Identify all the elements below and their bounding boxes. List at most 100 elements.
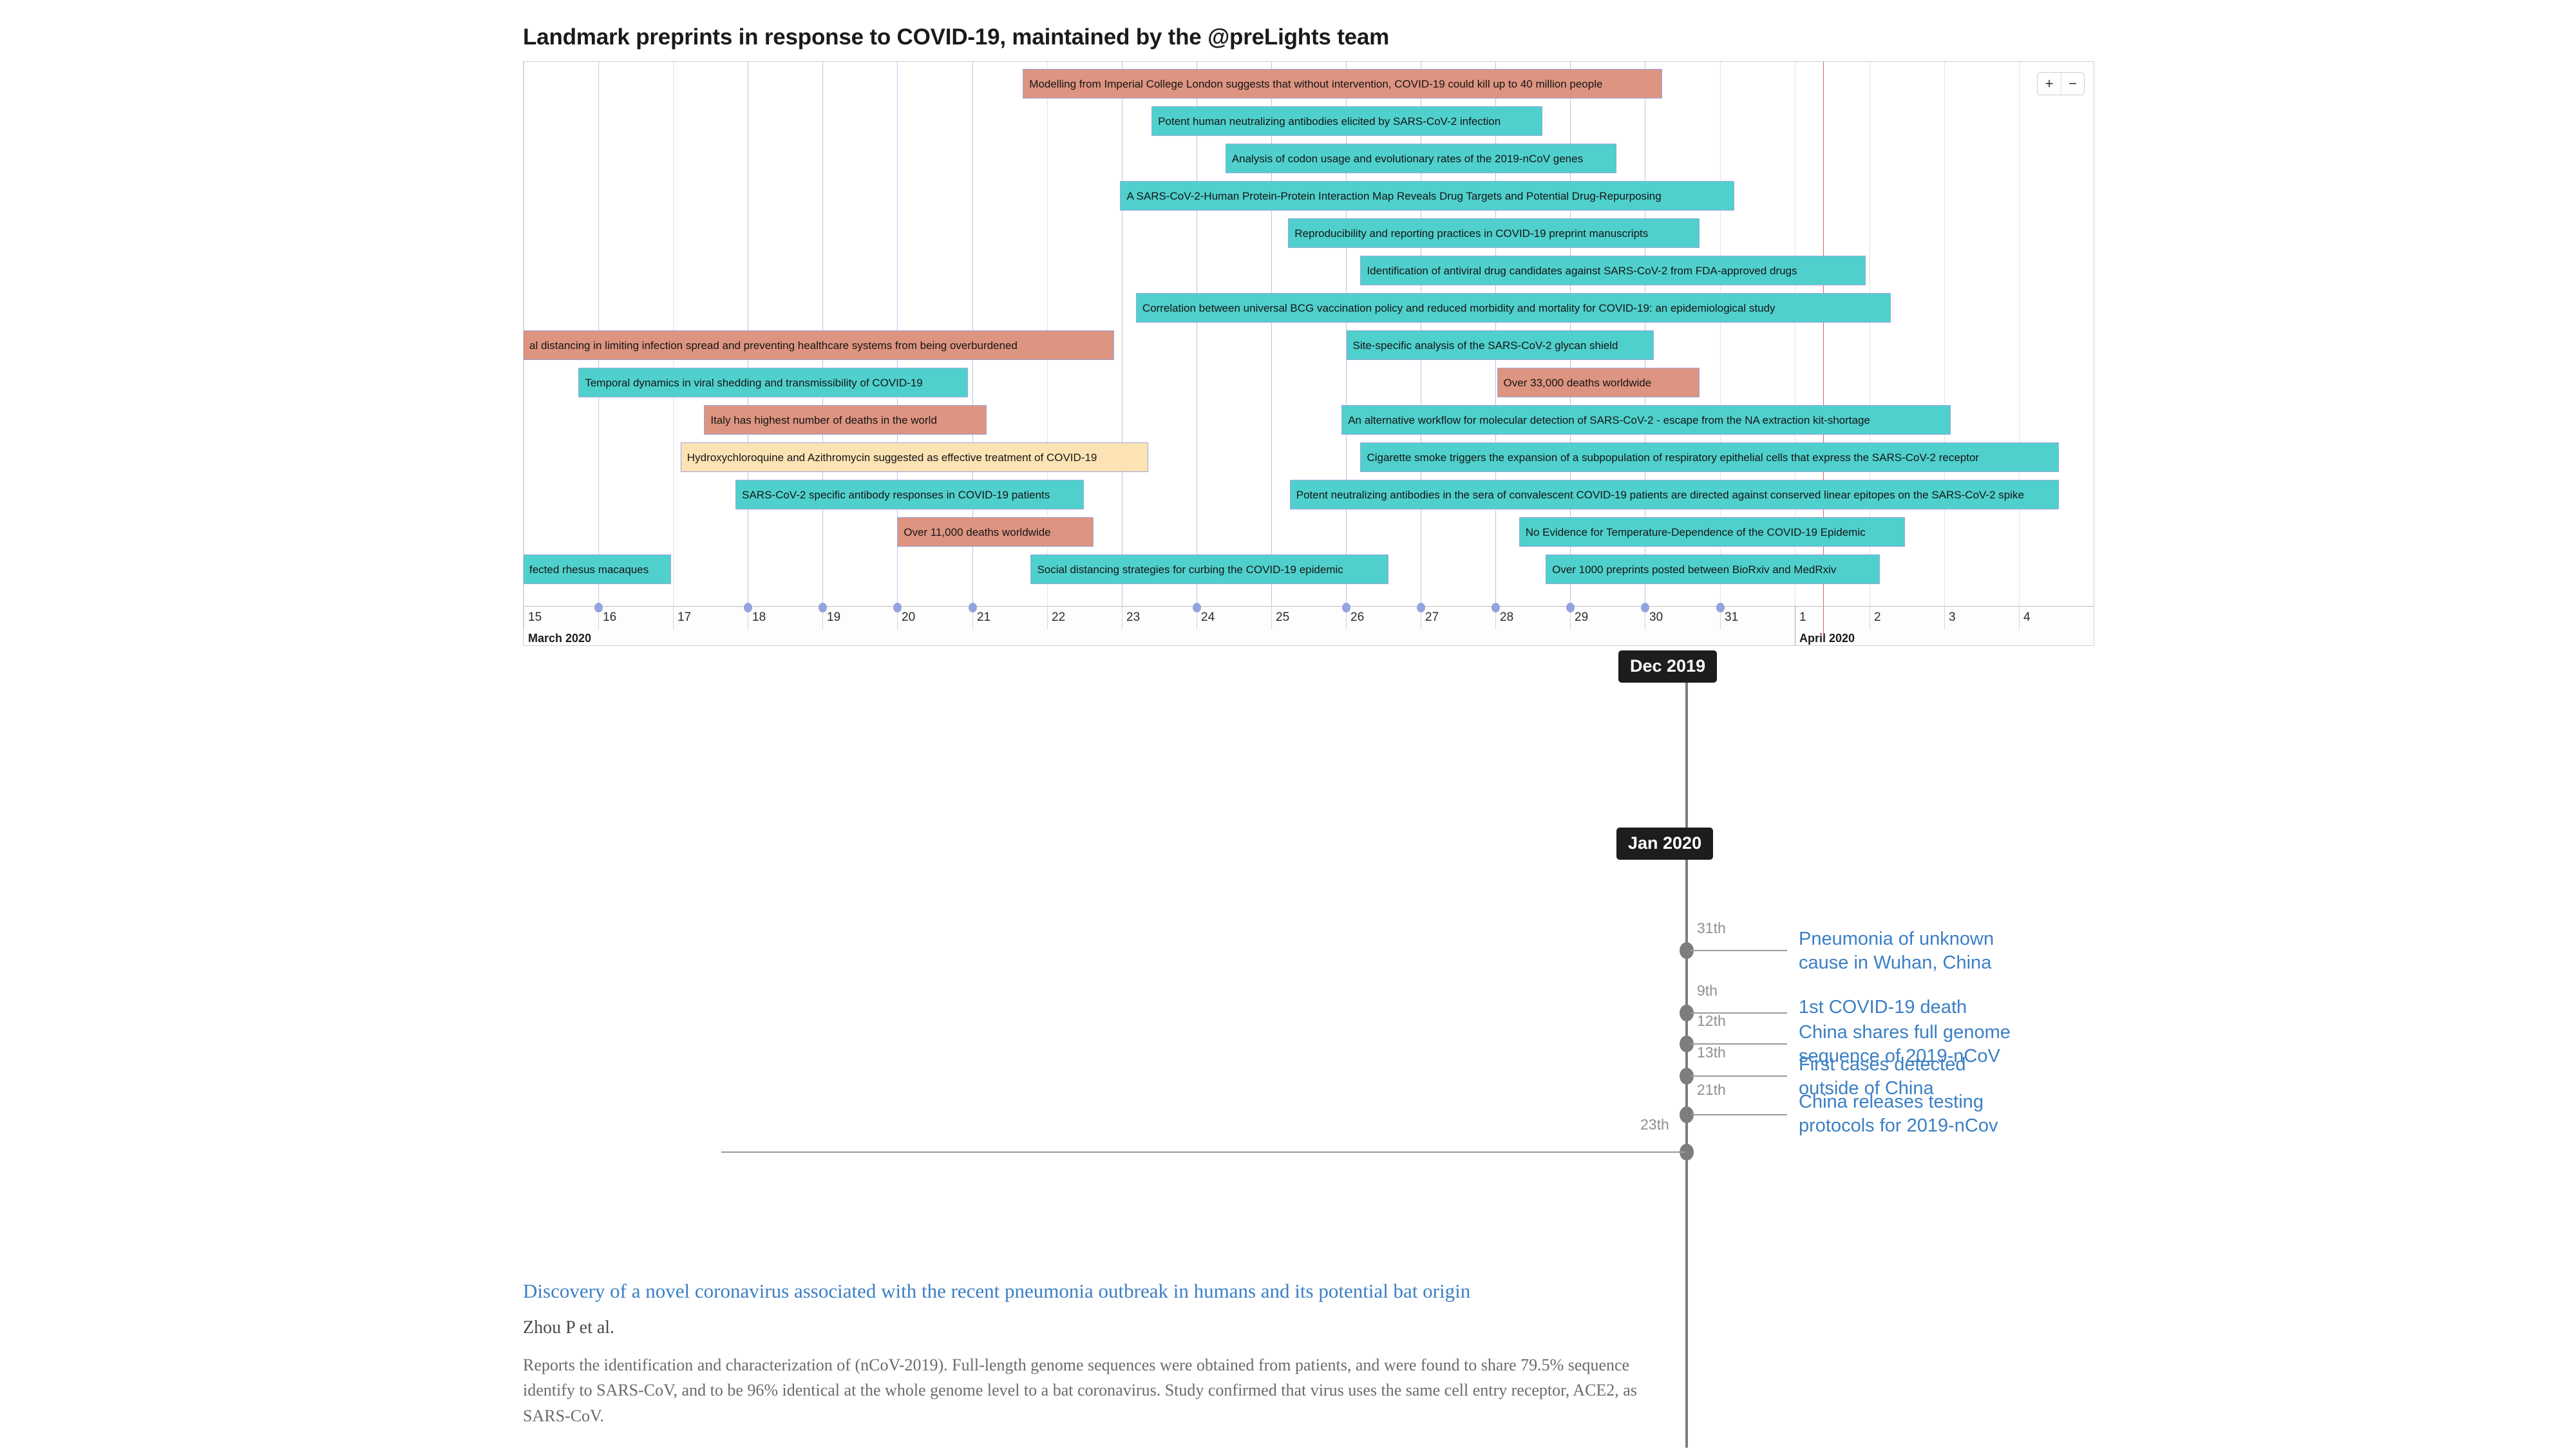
- gantt-bar-label: A SARS-CoV-2-Human Protein-Protein Inter…: [1126, 189, 1662, 202]
- axis-day-tick: 15: [524, 607, 598, 630]
- gantt-bar[interactable]: Analysis of codon usage and evolutionary…: [1225, 144, 1616, 173]
- axis-day-tick: 4: [2019, 607, 2094, 630]
- gantt-bar-label: Correlation between universal BCG vaccin…: [1142, 301, 1776, 314]
- axis-tick-dot: [1342, 603, 1350, 612]
- gantt-bar-label: Over 1000 preprints posted between BioRx…: [1552, 563, 1837, 576]
- grid-line: [2019, 62, 2020, 606]
- gantt-bar[interactable]: Temporal dynamics in viral shedding and …: [578, 368, 968, 397]
- axis-tick-dot: [1193, 603, 1201, 612]
- today-marker-line-axis: [1823, 607, 1824, 636]
- zoom-in-button[interactable]: +: [2038, 73, 2061, 95]
- gantt-bar[interactable]: Potent human neutralizing antibodies eli…: [1151, 106, 1543, 136]
- axis-day-tick: 27: [1421, 607, 1495, 630]
- gantt-title: Landmark preprints in response to COVID-…: [523, 24, 1390, 50]
- axis-tick-dot: [744, 603, 752, 612]
- timeline-event-label[interactable]: Pneumonia of unknown cause in Wuhan, Chi…: [1799, 927, 1994, 975]
- gantt-bar-label: Social distancing strategies for curbing…: [1037, 563, 1343, 576]
- gantt-bar[interactable]: Cigarette smoke triggers the expansion o…: [1360, 442, 2060, 472]
- timeline-connector-line: [721, 1151, 1685, 1153]
- axis-day-tick: 2: [1870, 607, 1944, 630]
- gantt-bar-label: Hydroxychloroquine and Azithromycin sugg…: [687, 451, 1097, 464]
- gantt-bar-label: Potent human neutralizing antibodies eli…: [1158, 115, 1501, 128]
- axis-tick-dot: [819, 603, 827, 612]
- gantt-bar[interactable]: Identification of antiviral drug candida…: [1360, 256, 1866, 285]
- gantt-bar[interactable]: Reproducibility and reporting practices …: [1288, 218, 1700, 248]
- gantt-bar-label: Cigarette smoke triggers the expansion o…: [1367, 451, 1980, 464]
- gantt-bar[interactable]: Correlation between universal BCG vaccin…: [1135, 293, 1891, 323]
- zoom-out-button[interactable]: −: [2061, 73, 2084, 95]
- axis-day-tick: 17: [673, 607, 748, 630]
- gantt-bar-label: Over 33,000 deaths worldwide: [1503, 376, 1652, 389]
- timeline-month-chip: Dec 2019: [1618, 650, 1718, 683]
- timeline-event-day: 12th: [1697, 1012, 1726, 1029]
- axis-day-tick: 3: [1944, 607, 2019, 630]
- gantt-bar[interactable]: al distancing in limiting infection spre…: [524, 330, 1114, 360]
- axis-day-tick: 25: [1271, 607, 1346, 630]
- axis-day-tick: 26: [1346, 607, 1421, 630]
- axis-tick-dot: [1492, 603, 1500, 612]
- gantt-frame: + − Modelling from Imperial College Lond…: [523, 61, 2094, 646]
- gantt-bar-label: An alternative workflow for molecular de…: [1348, 413, 1870, 426]
- timeline-connector-line: [1690, 1114, 1787, 1115]
- timeline-event-day: 31th: [1697, 920, 1726, 936]
- gantt-bar[interactable]: Potent neutralizing antibodies in the se…: [1289, 480, 2060, 509]
- axis-day-tick: 30: [1645, 607, 1719, 630]
- gantt-bar-label: Modelling from Imperial College London s…: [1029, 77, 1603, 90]
- axis-day-tick: 20: [897, 607, 972, 630]
- timeline-event-label[interactable]: 1st COVID-19 death: [1799, 996, 1967, 1019]
- axis-day-tick: 29: [1570, 607, 1645, 630]
- axis-tick-dot: [969, 603, 977, 612]
- axis-day-tick: 23: [1122, 607, 1197, 630]
- axis-month-label: April 2020: [1795, 630, 1855, 645]
- gantt-bar[interactable]: Italy has highest number of deaths in th…: [704, 405, 987, 435]
- timeline-event-day: 13th: [1697, 1044, 1726, 1061]
- axis-tick-dot: [1566, 603, 1575, 612]
- gantt-bar[interactable]: An alternative workflow for molecular de…: [1341, 405, 1951, 435]
- featured-article-abstract: Reports the identification and character…: [523, 1355, 1637, 1425]
- gantt-bar-label: al distancing in limiting infection spre…: [529, 339, 1018, 352]
- timeline-event-day: 9th: [1697, 982, 1718, 999]
- axis-tick-dot: [1417, 603, 1425, 612]
- gantt-bar-label: Reproducibility and reporting practices …: [1294, 227, 1649, 240]
- axis-day-tick: 21: [972, 607, 1047, 630]
- gantt-bar[interactable]: A SARS-CoV-2-Human Protein-Protein Inter…: [1120, 181, 1734, 211]
- timeline-connector-line: [1690, 950, 1787, 951]
- axis-day-tick: 28: [1495, 607, 1570, 630]
- grid-line: [1944, 62, 1945, 606]
- axis-tick-dot: [1716, 603, 1725, 612]
- gantt-bar-label: Identification of antiviral drug candida…: [1367, 264, 1797, 277]
- gantt-bar[interactable]: Over 11,000 deaths worldwide: [897, 517, 1094, 547]
- gantt-bar-label: SARS-CoV-2 specific antibody responses i…: [742, 488, 1050, 501]
- gantt-bar[interactable]: Over 33,000 deaths worldwide: [1497, 368, 1700, 397]
- axis-tick-dot: [1641, 603, 1649, 612]
- gantt-time-axis: 15 16 17 18 19 20 21 22 23 24 25 26 27 28 29 30 31 1 2 3 4 Ma…: [524, 603, 2094, 645]
- axis-tick-dot: [594, 603, 603, 612]
- axis-day-tick: 1: [1795, 607, 1870, 630]
- featured-article: Discovery of a novel coronavirus associa…: [523, 1278, 1676, 1428]
- gantt-bar-label: Potent neutralizing antibodies in the se…: [1296, 488, 2024, 501]
- axis-tick-dot: [893, 603, 902, 612]
- timeline-event-label[interactable]: China releases testing protocols for 201…: [1799, 1090, 1998, 1138]
- timeline-spine: [1685, 681, 1688, 1448]
- gantt-bar[interactable]: Hydroxychloroquine and Azithromycin sugg…: [680, 442, 1149, 472]
- gantt-bar-label: Temporal dynamics in viral shedding and …: [585, 376, 923, 389]
- gantt-bar-label: fected rhesus macaques: [529, 563, 649, 576]
- axis-month-label: March 2020: [528, 632, 592, 645]
- gantt-bar[interactable]: fected rhesus macaques: [524, 554, 672, 584]
- featured-article-authors: Zhou P et al.: [523, 1317, 615, 1338]
- gantt-plot-area[interactable]: Modelling from Imperial College London s…: [524, 62, 2094, 606]
- timeline-connector-line: [1690, 1075, 1787, 1077]
- axis-day-tick: 31: [1720, 607, 1795, 630]
- gantt-bar[interactable]: Over 1000 preprints posted between BioRx…: [1546, 554, 1880, 584]
- gantt-bar[interactable]: Social distancing strategies for curbing…: [1030, 554, 1389, 584]
- gantt-bar[interactable]: No Evidence for Temperature-Dependence o…: [1519, 517, 1906, 547]
- timeline-event-day: 23th: [1640, 1116, 1669, 1133]
- axis-day-tick: 24: [1197, 607, 1271, 630]
- gantt-bar[interactable]: Modelling from Imperial College London s…: [1023, 69, 1662, 99]
- gantt-bar[interactable]: SARS-CoV-2 specific antibody responses i…: [735, 480, 1084, 509]
- gantt-bar[interactable]: Site-specific analysis of the SARS-CoV-2…: [1346, 330, 1654, 360]
- zoom-controls[interactable]: + −: [2037, 72, 2085, 95]
- timeline-event-day: 21th: [1697, 1081, 1726, 1098]
- featured-article-title[interactable]: Discovery of a novel coronavirus associa…: [523, 1278, 1676, 1305]
- axis-day-tick: 22: [1047, 607, 1122, 630]
